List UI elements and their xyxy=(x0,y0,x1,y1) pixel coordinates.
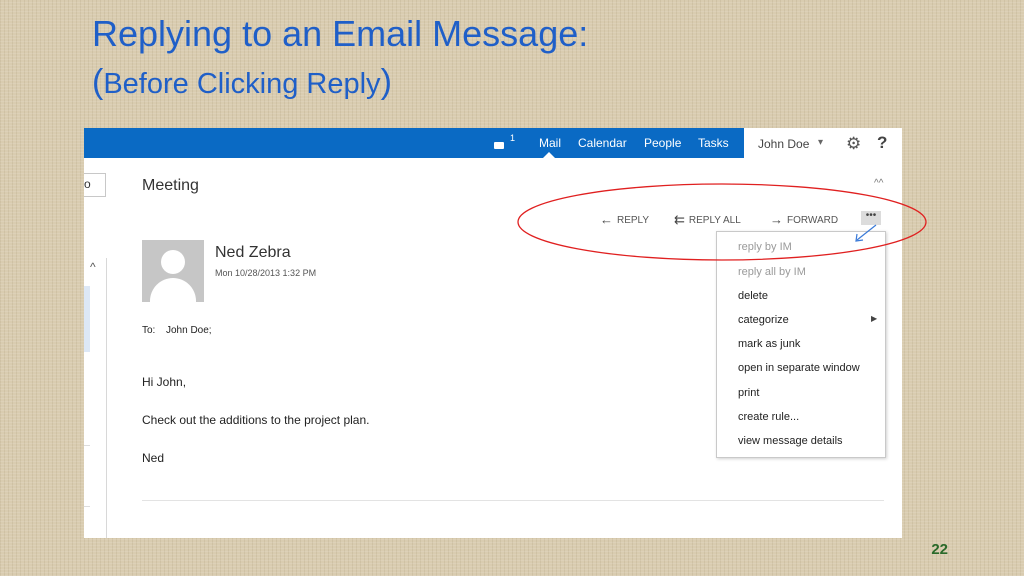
subtitle-open-paren: ( xyxy=(92,63,104,101)
message-list-scrollbar[interactable]: ^ xyxy=(84,258,107,538)
sender-name[interactable]: Ned Zebra xyxy=(215,244,291,262)
slide-number: 22 xyxy=(931,541,948,558)
body-text: Check out the additions to the project p… xyxy=(142,413,370,427)
outlook-screenshot: 1 Mail Calendar People Tasks John Doe ▾ … xyxy=(84,128,902,538)
subtitle-text: Before Clicking Reply xyxy=(103,68,381,100)
forward-label: FORWARD xyxy=(787,215,839,226)
user-name[interactable]: John Doe xyxy=(758,137,809,151)
nav-calendar[interactable]: Calendar xyxy=(578,136,627,150)
arrow-left-icon: ← xyxy=(600,212,613,227)
selected-message-marker xyxy=(84,286,90,352)
menu-item-reply-by-im[interactable]: reply by IM xyxy=(738,241,792,253)
active-nav-indicator xyxy=(543,152,555,158)
help-icon[interactable]: ? xyxy=(877,133,887,153)
submenu-arrow-icon: ▶ xyxy=(871,314,878,323)
subtitle-close-paren: ) xyxy=(380,63,392,101)
reply-all-label: REPLY ALL xyxy=(688,215,741,226)
chevron-down-icon[interactable]: ▾ xyxy=(818,137,823,148)
user-menu[interactable]: John Doe ▾ ⚙ ? xyxy=(744,128,902,158)
menu-item-categorize[interactable]: categorize xyxy=(738,314,789,326)
reply-all-button[interactable]: ⇇ REPLY ALL xyxy=(674,212,741,228)
email-subject: Meeting xyxy=(142,177,199,194)
menu-item-create-rule[interactable]: create rule... xyxy=(738,411,799,423)
to-label: To: xyxy=(142,325,156,336)
gear-icon[interactable]: ⚙ xyxy=(846,134,861,154)
search-fragment-text: o xyxy=(84,177,91,191)
sent-date: Mon 10/28/2013 1:32 PM xyxy=(215,268,317,278)
double-arrow-left-icon: ⇇ xyxy=(674,212,685,227)
chat-icon[interactable] xyxy=(494,142,504,149)
nav-people[interactable]: People xyxy=(644,136,681,150)
top-navigation-bar: 1 Mail Calendar People Tasks John Doe ▾ … xyxy=(84,128,902,158)
list-divider xyxy=(84,506,90,507)
avatar xyxy=(142,240,204,302)
message-divider xyxy=(142,500,884,501)
menu-item-reply-all-by-im[interactable]: reply all by IM xyxy=(738,266,806,278)
menu-item-open-separate-window[interactable]: open in separate window xyxy=(738,362,860,374)
menu-item-mark-as-junk[interactable]: mark as junk xyxy=(738,338,800,350)
more-actions-button[interactable]: ••• xyxy=(861,211,881,225)
scroll-up-icon[interactable]: ^ xyxy=(90,260,96,274)
menu-item-delete[interactable]: delete xyxy=(738,290,768,302)
collapse-icon[interactable]: ^^ xyxy=(874,178,883,189)
to-recipient[interactable]: John Doe; xyxy=(166,325,212,336)
chat-count-badge: 1 xyxy=(510,133,516,143)
list-divider xyxy=(84,445,90,446)
forward-button[interactable]: → FORWARD xyxy=(770,212,838,227)
nav-tasks[interactable]: Tasks xyxy=(698,136,729,150)
search-box-fragment[interactable]: o xyxy=(84,173,106,197)
more-actions-menu: reply by IM reply all by IM delete categ… xyxy=(716,231,886,458)
menu-item-view-message-details[interactable]: view message details xyxy=(738,435,843,447)
body-signature: Ned xyxy=(142,451,165,465)
slide-title: Replying to an Email Message: xyxy=(92,13,589,54)
arrow-right-icon: → xyxy=(770,212,783,227)
body-greeting: Hi John, xyxy=(142,375,187,389)
avatar-head xyxy=(161,250,185,274)
avatar-body xyxy=(150,278,196,302)
menu-item-print[interactable]: print xyxy=(738,387,759,399)
slide-subtitle: (Before Clicking Reply) xyxy=(92,62,392,104)
reply-button[interactable]: ← REPLY xyxy=(600,212,649,227)
nav-mail[interactable]: Mail xyxy=(539,136,561,150)
reply-label: REPLY xyxy=(617,215,650,226)
